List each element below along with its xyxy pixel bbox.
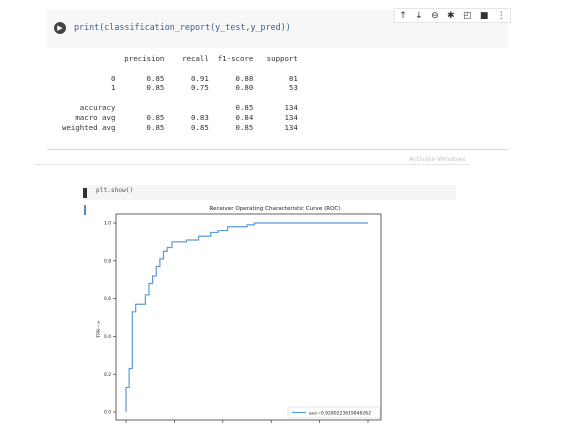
- x-axis-ticks: [125, 420, 369, 423]
- cell-divider: [47, 149, 508, 150]
- mirror-cell-icon[interactable]: ◰: [463, 10, 472, 22]
- code-line[interactable]: print(classification_report(y_test,y_pre…: [74, 22, 291, 32]
- link-icon[interactable]: ⊖: [431, 10, 439, 22]
- y-tick-label: 0.2: [104, 372, 111, 378]
- code-cell-plot: plt.show() Receiver Operating Characteri…: [83, 185, 456, 425]
- chart-title: Receiver Operating Characteristic Curve …: [209, 206, 340, 212]
- y-axis-label: TPR--->: [96, 320, 102, 339]
- play-icon[interactable]: ▶: [54, 22, 66, 34]
- move-down-icon[interactable]: ↓: [415, 10, 423, 22]
- y-tick-label: 1.0: [104, 221, 111, 227]
- y-tick-label: 0.6: [104, 296, 111, 302]
- legend-label: auc=0.9280223619846262: [309, 410, 371, 416]
- chart-legend: auc=0.9280223619846262: [287, 406, 381, 419]
- y-tick-label: 0.4: [104, 334, 111, 340]
- move-up-icon[interactable]: ↑: [399, 10, 407, 22]
- roc-chart: Receiver Operating Characteristic Curve …: [96, 206, 382, 423]
- cell-toolbar: ↑ ↓ ⊖ ✱ ◰ ■ ⋮: [394, 8, 511, 23]
- y-axis-ticks: 0.0 0.2 0.4 0.6 0.8 1.0: [104, 221, 116, 416]
- settings-icon[interactable]: ✱: [447, 10, 455, 22]
- plot-area: [115, 213, 382, 421]
- y-tick-label: 0.0: [104, 410, 111, 416]
- y-tick-label: 0.8: [104, 258, 111, 264]
- activate-windows-watermark: Activate Windows: [409, 155, 466, 163]
- section-divider: [34, 164, 470, 165]
- delete-icon[interactable]: ■: [480, 10, 489, 22]
- classification-report-output: precision recall f1-score support 0 0.85…: [62, 54, 298, 132]
- more-icon[interactable]: ⋮: [497, 10, 506, 22]
